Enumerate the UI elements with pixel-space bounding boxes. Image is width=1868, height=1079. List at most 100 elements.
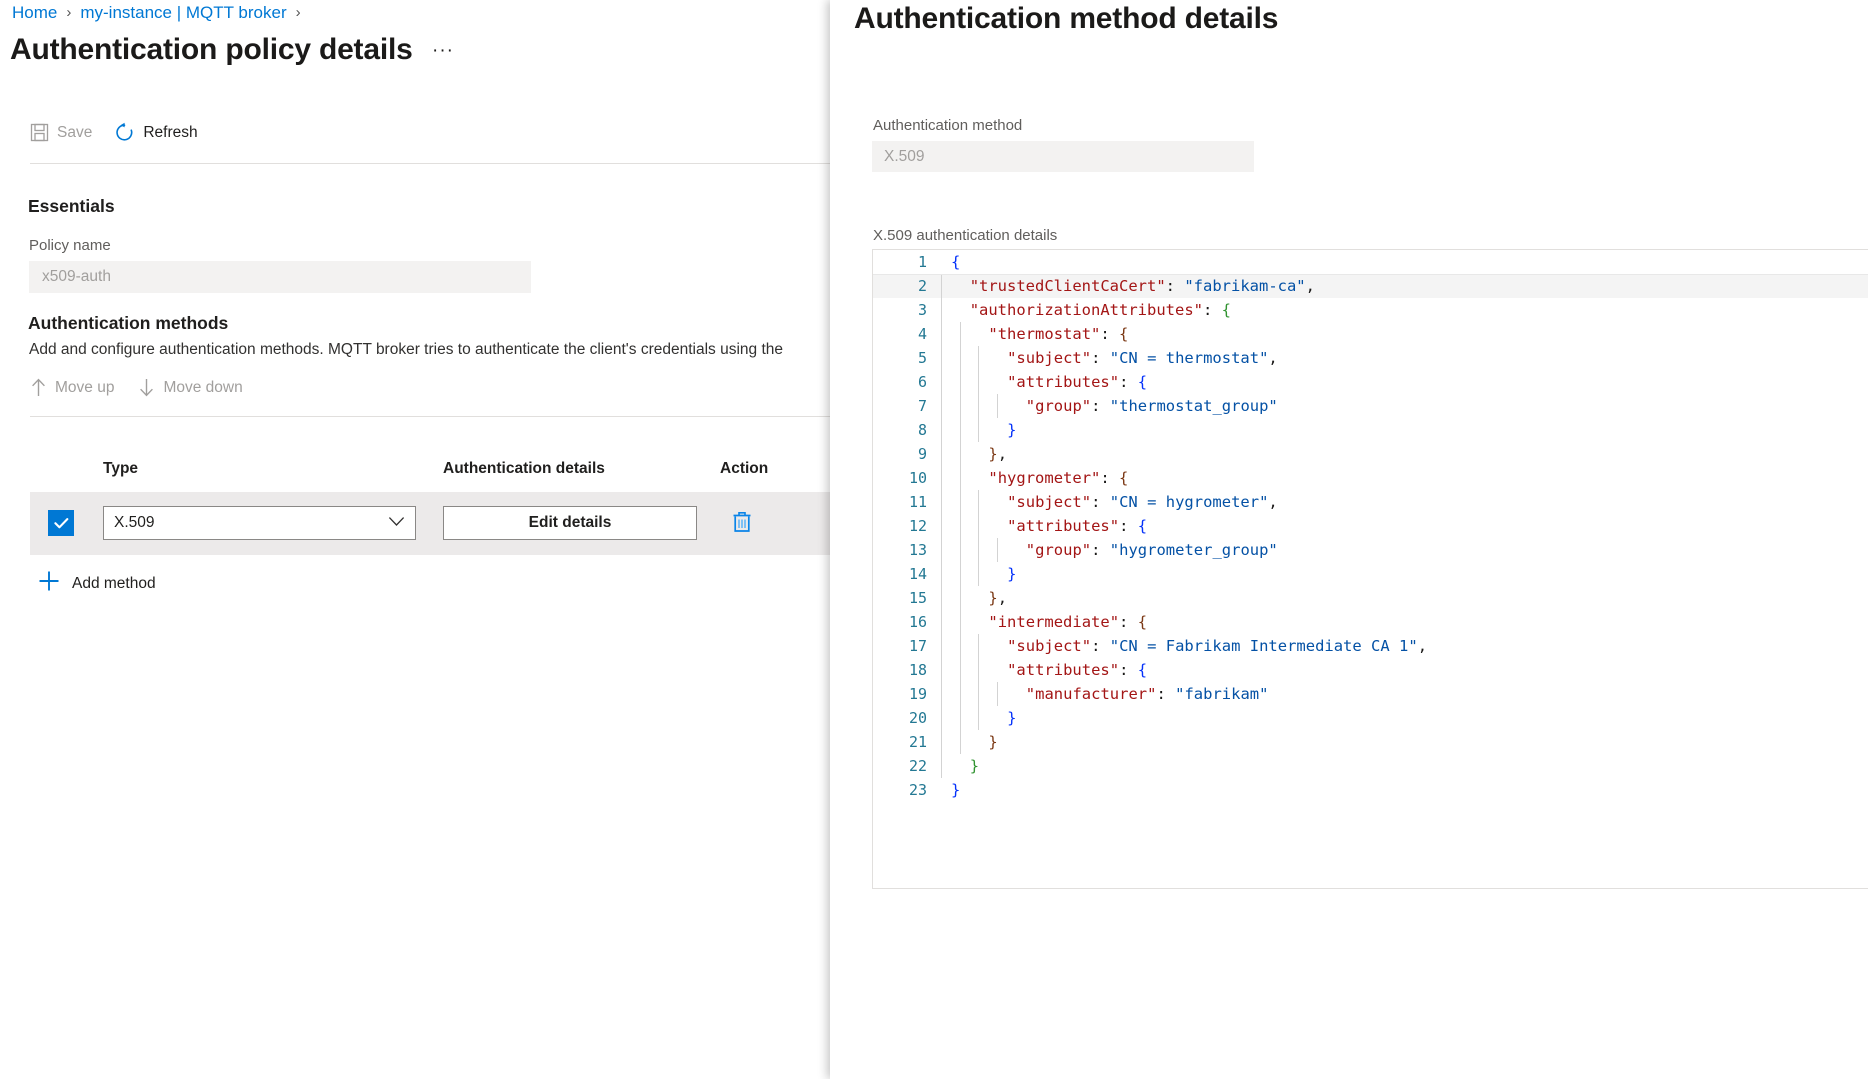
refresh-icon [114,122,135,143]
add-method-button[interactable]: Add method [38,570,156,597]
code-line[interactable]: 22} [873,754,1868,778]
code-line[interactable]: 9}, [873,442,1868,466]
line-number: 12 [873,514,941,538]
code-tokens: "hygrometer": { [951,469,1128,487]
code-line[interactable]: 20} [873,706,1868,730]
code-line-content: } [941,706,1868,730]
authentication-method-input[interactable]: X.509 [872,141,1254,172]
refresh-button[interactable]: Refresh [114,122,197,143]
policy-name-input[interactable]: x509-auth [29,261,531,293]
code-line[interactable]: 3"authorizationAttributes": { [873,298,1868,322]
column-header-type: Type [103,460,138,478]
code-tokens: "attributes": { [951,373,1147,391]
line-number: 21 [873,730,941,754]
code-line-content: "attributes": { [941,370,1868,394]
code-line[interactable]: 14} [873,562,1868,586]
code-line[interactable]: 1{ [873,250,1868,274]
indent-guide [960,562,961,586]
indent-guide [941,682,942,706]
token-key: "thermostat" [988,325,1100,343]
token-key: "group" [1026,541,1091,559]
code-tokens: "manufacturer": "fabrikam" [951,685,1268,703]
token-key: "trustedClientCaCert" [970,277,1166,295]
indent-guide [978,346,979,370]
save-button[interactable]: Save [30,123,92,142]
code-tokens: } [951,709,1016,727]
indent-guide [960,610,961,634]
code-line-content: "attributes": { [941,658,1868,682]
token-str: "CN = thermostat" [1110,349,1269,367]
save-label: Save [57,124,92,142]
arrow-down-icon [138,378,155,397]
code-tokens: "subject": "CN = Fabrikam Intermediate C… [951,637,1427,655]
command-bar-divider [30,163,850,164]
code-line[interactable]: 15}, [873,586,1868,610]
code-line[interactable]: 6 "attributes": { [873,370,1868,394]
delete-method-button[interactable] [727,509,757,539]
line-number: 6 [873,370,941,394]
code-line-content: "hygrometer": { [941,466,1868,490]
line-number: 22 [873,754,941,778]
column-header-action: Action [720,460,768,478]
indent-guide [960,394,961,418]
move-down-label: Move down [163,379,242,397]
code-tokens: "attributes": { [951,661,1147,679]
code-line[interactable]: 4"thermostat": { [873,322,1868,346]
code-line[interactable]: 2"trustedClientCaCert": "fabrikam-ca", [873,274,1868,298]
line-number: 3 [873,298,941,322]
edit-details-button[interactable]: Edit details [443,506,697,540]
code-line[interactable]: 19"manufacturer": "fabrikam" [873,682,1868,706]
move-down-button[interactable]: Move down [138,378,242,397]
checkmark-icon [54,517,69,530]
code-line[interactable]: 18"attributes": { [873,658,1868,682]
token-b0: { [1138,517,1147,535]
move-up-button[interactable]: Move up [30,378,114,397]
code-line[interactable]: 7"group": "thermostat_group" [873,394,1868,418]
code-line[interactable]: 16"intermediate": { [873,610,1868,634]
code-line[interactable]: 11"subject": "CN = hygrometer", [873,490,1868,514]
token-key: "subject" [1007,637,1091,655]
indent-guide [960,322,961,346]
indent-guide [997,538,998,562]
token-punct: : [1203,301,1222,319]
indent-guide [978,658,979,682]
trash-icon [731,510,753,539]
code-line[interactable]: 23} [873,778,1868,802]
indent-guide [978,370,979,394]
breadcrumb-item-my-instance[interactable]: my-instance | MQTT broker [80,2,286,24]
indent-guide [997,682,998,706]
indent-guide [978,490,979,514]
code-line[interactable]: 13"group": "hygrometer_group" [873,538,1868,562]
indent-guide [978,394,979,418]
code-line[interactable]: 8} [873,418,1868,442]
indent-guide [941,394,942,418]
indent-guide [941,730,942,754]
more-actions-button[interactable]: ··· [432,40,454,62]
json-code-editor[interactable]: 1{2"trustedClientCaCert": "fabrikam-ca",… [872,249,1868,889]
indent-guide [960,418,961,442]
indent-guide [941,754,942,778]
breadcrumb-item-home[interactable]: Home [12,2,57,24]
app-root: Home › my-instance | MQTT broker › Authe… [0,0,1868,1079]
token-key: "attributes" [1007,373,1119,391]
line-number: 1 [873,250,941,274]
code-line[interactable]: 5"subject": "CN = thermostat", [873,346,1868,370]
code-line[interactable]: 12"attributes": { [873,514,1868,538]
code-line[interactable]: 10"hygrometer": { [873,466,1868,490]
row-checkbox[interactable] [48,510,74,536]
code-line[interactable]: 17"subject": "CN = Fabrikam Intermediate… [873,634,1868,658]
token-b0: } [1007,565,1016,583]
token-punct: , [1418,637,1427,655]
indent-guide [978,562,979,586]
code-line[interactable]: 21} [873,730,1868,754]
breadcrumb-separator: › [296,2,301,24]
code-line-content: "authorizationAttributes": { [941,298,1868,322]
line-number: 20 [873,706,941,730]
method-type-dropdown[interactable]: X.509 [103,506,416,540]
token-punct: : [1166,277,1185,295]
breadcrumb-separator: › [66,2,71,24]
code-line-content: "thermostat": { [941,322,1868,346]
essentials-heading: Essentials [28,196,115,217]
column-header-authentication-details: Authentication details [443,460,605,478]
indent-guide [941,538,942,562]
